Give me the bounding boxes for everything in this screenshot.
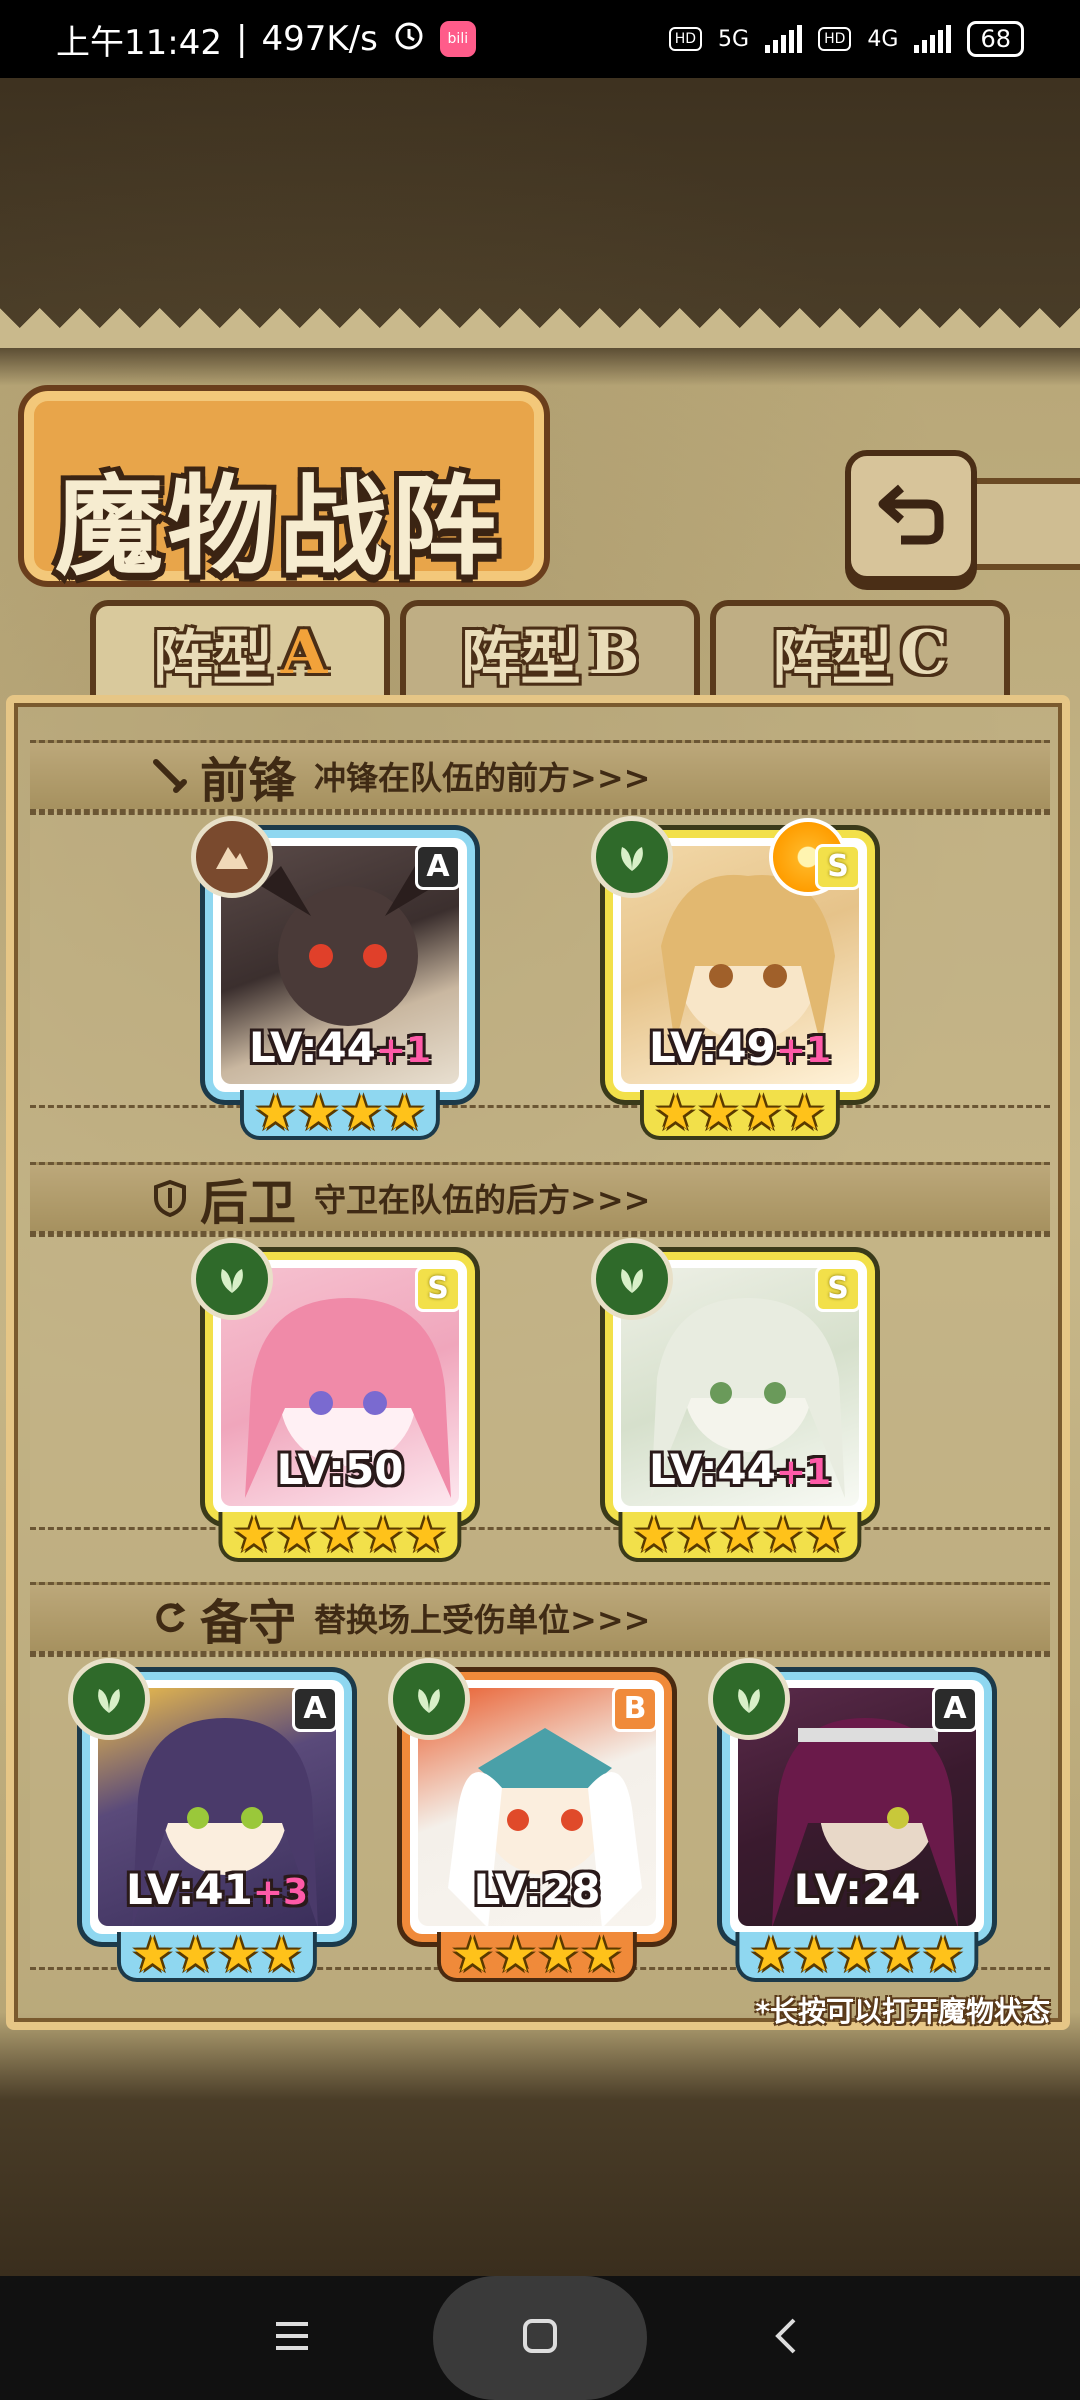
battery-indicator: 68 [967, 21, 1024, 57]
monster-card-rear-1[interactable]: S LV:50 ★★★★★ [191, 1238, 475, 1563]
monster-level: LV:41+3 [125, 1865, 309, 1914]
monster-card-reserve-1[interactable]: A LV:41+3 ★★★★ [68, 1658, 352, 1983]
return-arrow-icon [871, 474, 951, 558]
leaf-icon [191, 1238, 273, 1320]
section-reserve: 备守 替换场上受伤单位>>> [30, 1582, 1050, 1654]
network-speed: 497K/s [261, 19, 378, 59]
page-title: 魔物战阵 [55, 464, 504, 590]
rarity-badge: A [932, 1686, 978, 1732]
bilibili-icon: bili [439, 21, 476, 57]
monster-card-reserve-3[interactable]: A LV:24 ★★★★★ [708, 1658, 992, 1983]
hd-badge-2: HD [818, 27, 852, 51]
paper-edge-top [0, 308, 1080, 348]
star-rating: ★★★★★ [218, 1507, 462, 1563]
rarity-badge: A [292, 1686, 338, 1732]
monster-level: LV:44+1 [248, 1023, 432, 1072]
long-press-hint: *长按可以打开魔物状态 [755, 1995, 1050, 2028]
monster-level: LV:50 [276, 1445, 404, 1494]
leaf-icon [591, 1238, 673, 1320]
star-rating: ★★★★★ [735, 1927, 979, 1983]
signal-icon [765, 25, 803, 53]
leaf-icon [68, 1658, 150, 1740]
home-icon [520, 2316, 560, 2360]
sword-icon [150, 756, 190, 796]
monster-level: LV:24 [793, 1865, 921, 1914]
lane-vanguard [30, 812, 1050, 1108]
monster-level: LV:49+1 [648, 1023, 832, 1072]
rarity-badge: S [815, 844, 861, 890]
signal-icon-2 [914, 25, 952, 53]
swap-icon [150, 1598, 190, 1638]
earth-icon [191, 816, 273, 898]
hd-badge: HD [668, 27, 703, 51]
status-time: 上午11:42 [56, 22, 222, 63]
star-rating: ★★★★★ [618, 1507, 862, 1563]
star-rating: ★★★★ [116, 1927, 318, 1983]
monster-card-rear-2[interactable]: S LV:44+1 ★★★★★ [591, 1238, 875, 1563]
system-nav-bar [0, 2276, 1080, 2400]
monster-level: LV:44+1 [648, 1445, 832, 1494]
rarity-badge: S [415, 1266, 461, 1312]
lane-rear [30, 1234, 1050, 1530]
section-vanguard: 前锋 冲锋在队伍的前方>>> [30, 740, 1050, 812]
alarm-icon [392, 18, 426, 61]
network-type-4g: 4G [867, 26, 899, 52]
return-button[interactable] [845, 450, 977, 582]
rarity-badge: A [415, 844, 461, 890]
monster-level: LV:28 [473, 1865, 601, 1914]
tab-formation-c[interactable]: 阵型 C [710, 600, 1010, 700]
menu-icon[interactable] [272, 2316, 312, 2366]
home-button[interactable] [433, 2276, 647, 2400]
tab-formation-a[interactable]: 阵型 A [90, 600, 390, 700]
section-rear: 后卫 守卫在队伍的后方>>> [30, 1162, 1050, 1234]
status-bar: 上午11:42 | 497K/s bili HD 5G HD 4G 68 [0, 0, 1080, 78]
leaf-icon [591, 816, 673, 898]
rarity-badge: S [815, 1266, 861, 1312]
tab-formation-b[interactable]: 阵型 B [400, 600, 700, 700]
monster-card-vanguard-1[interactable]: A LV:44+1 ★★★★ [191, 816, 475, 1141]
back-chevron-icon[interactable] [768, 2316, 808, 2366]
rarity-badge: B [612, 1686, 658, 1732]
star-rating: ★★★★ [239, 1085, 441, 1141]
monster-card-vanguard-2[interactable]: S LV:49+1 ★★★★ [591, 816, 875, 1141]
star-rating: ★★★★ [639, 1085, 841, 1141]
leaf-icon [708, 1658, 790, 1740]
network-type-5g: 5G [718, 26, 750, 52]
formation-tabs: 阵型 A 阵型 B 阵型 C [20, 600, 1060, 705]
leaf-icon [388, 1658, 470, 1740]
monster-card-reserve-2[interactable]: B LV:28 ★★★★ [388, 1658, 672, 1983]
shield-icon [150, 1178, 190, 1218]
star-rating: ★★★★ [436, 1927, 638, 1983]
